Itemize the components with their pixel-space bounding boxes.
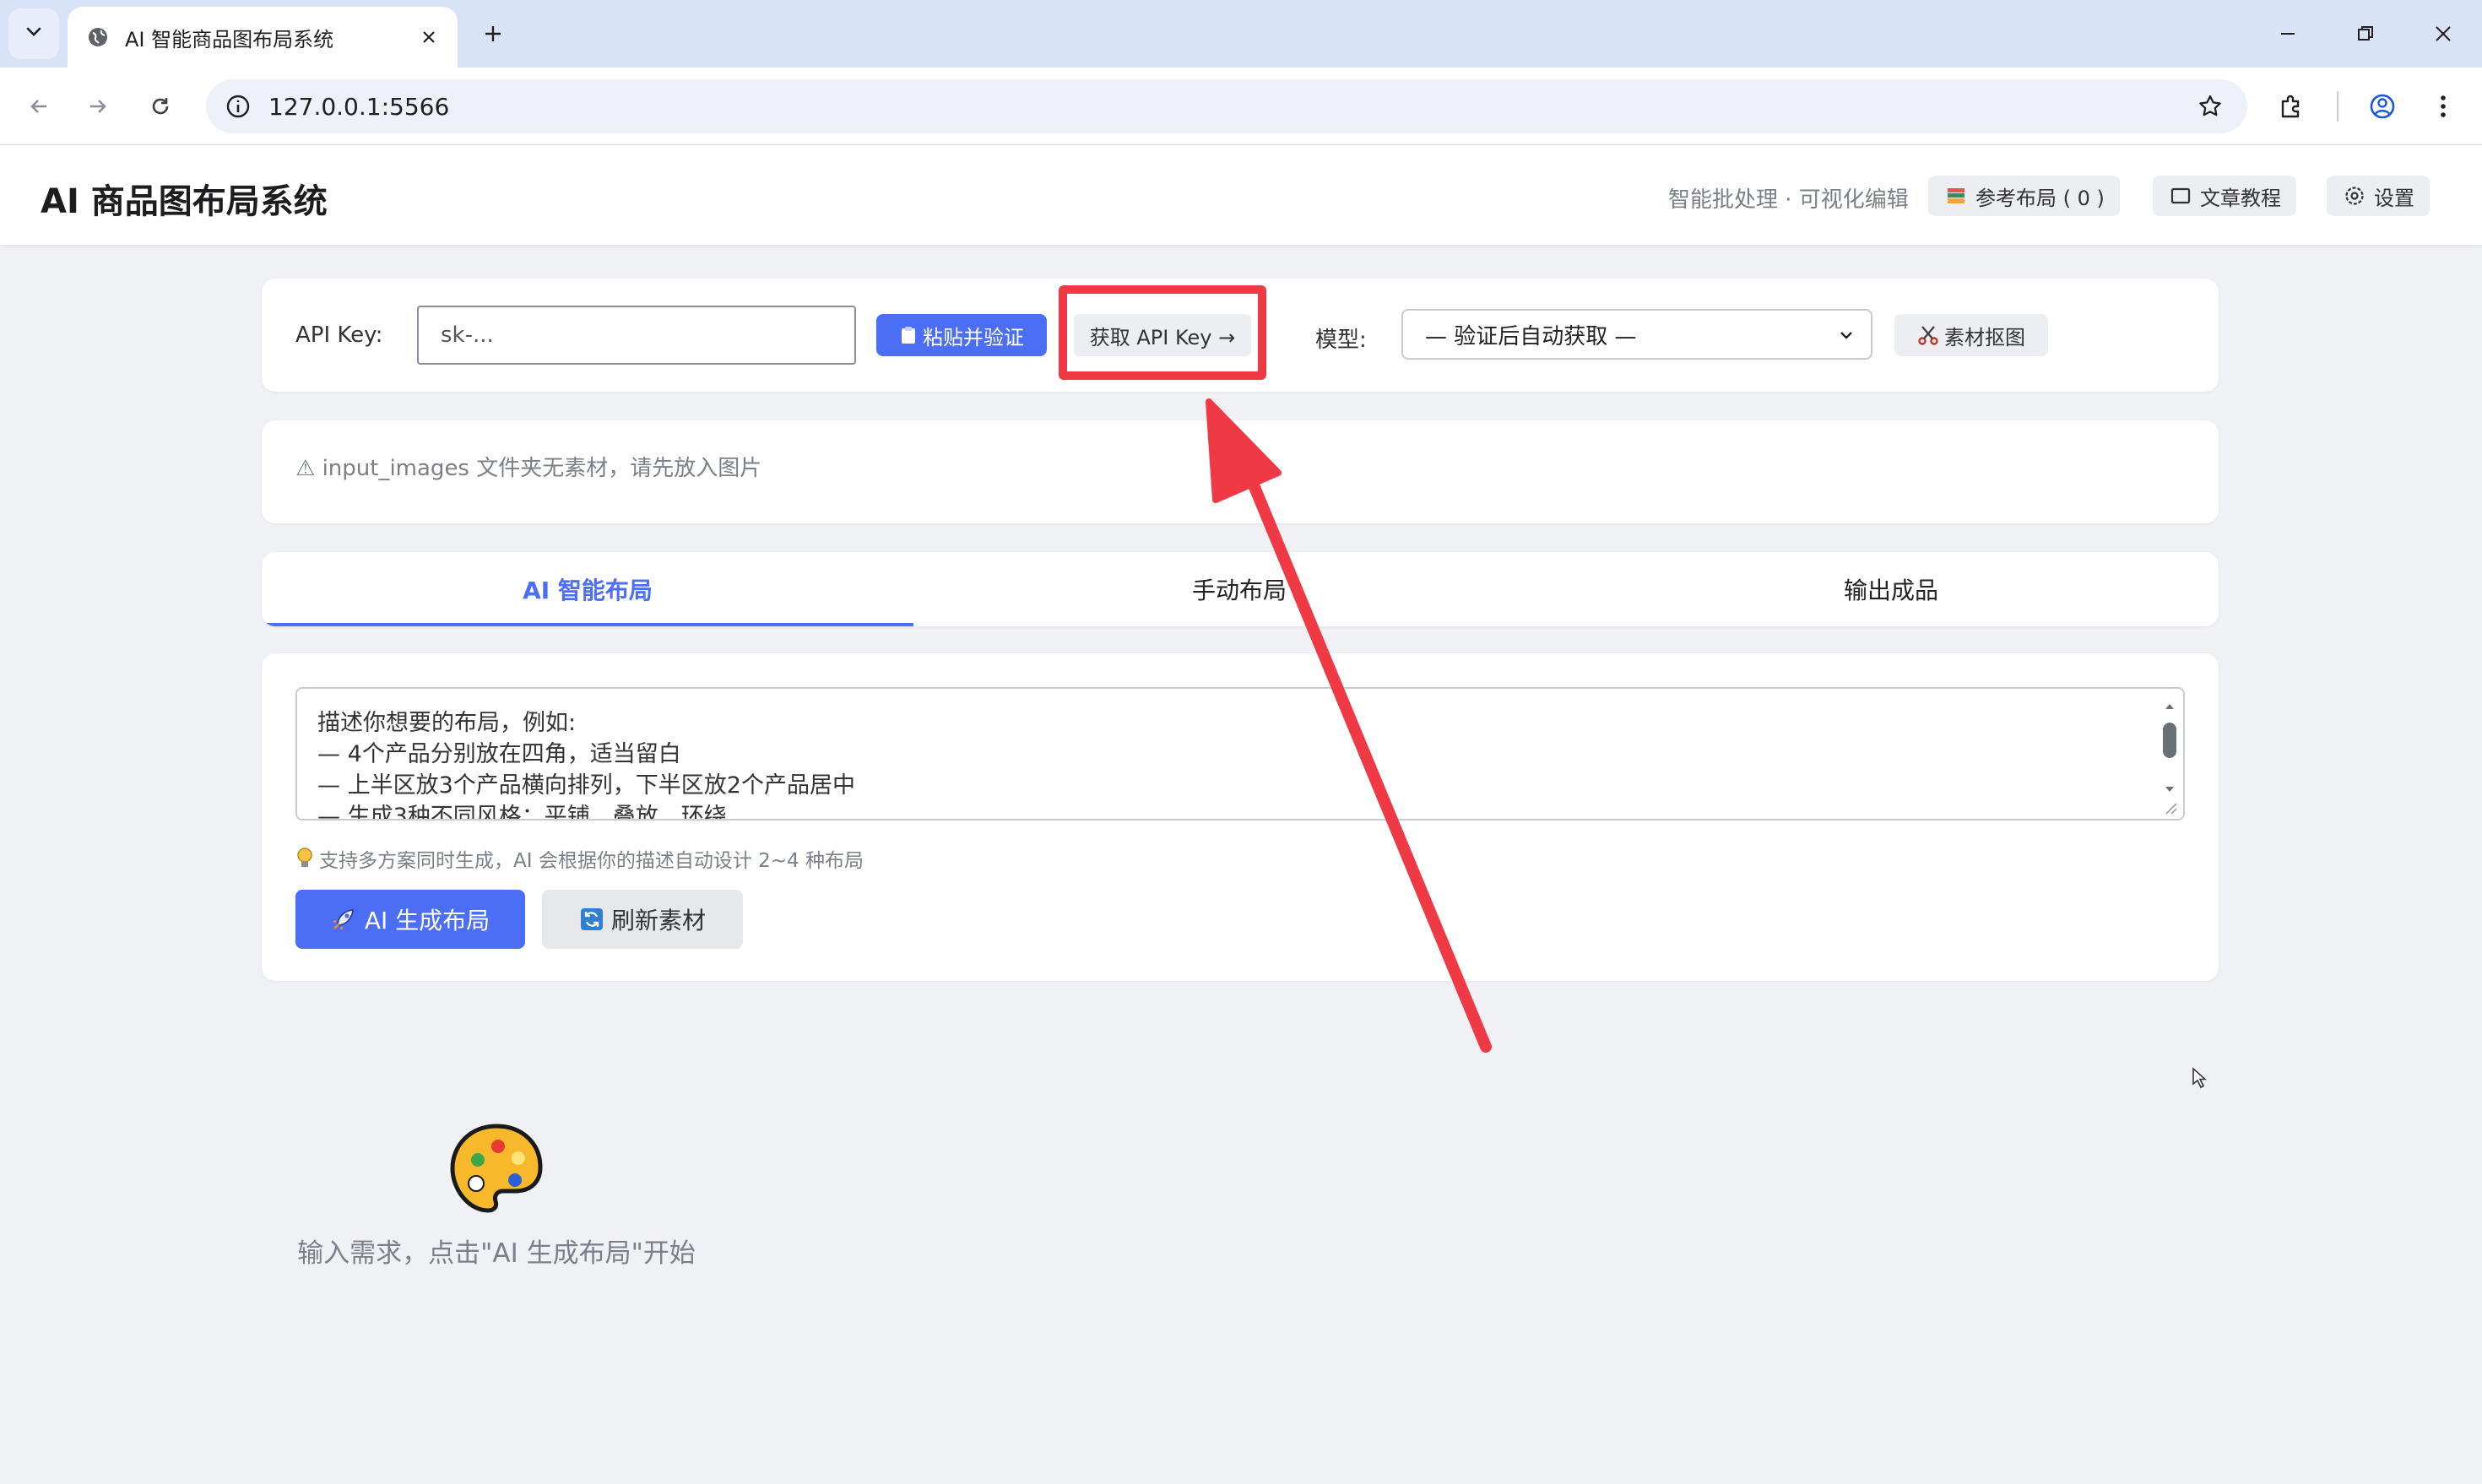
tab-output[interactable]: 输出成品 xyxy=(1565,552,2217,626)
reference-layout-label: 参考布局 ( 0 ) xyxy=(1975,186,2105,210)
settings-label: 设置 xyxy=(2374,186,2414,210)
api-key-input[interactable] xyxy=(417,306,856,365)
model-selected-value: — 验证后自动获取 — xyxy=(1425,323,1637,349)
site-info-icon[interactable] xyxy=(213,79,263,133)
tip-line: 支持多方案同时生成，AI 会根据你的描述自动设计 2~4 种布局 xyxy=(295,844,864,873)
refresh-assets-label: 刷新素材 xyxy=(610,907,706,934)
extensions-icon[interactable] xyxy=(2271,86,2311,127)
chevron-down-icon xyxy=(24,22,44,46)
clipboard-icon xyxy=(899,325,918,345)
tab-ai-layout[interactable]: AI 智能布局 xyxy=(262,552,913,626)
url-text[interactable]: 127.0.0.1:5566 xyxy=(268,93,449,121)
cutout-button[interactable]: 素材抠图 xyxy=(1894,314,2048,356)
prompt-line: — 生成3种不同风格：平铺、叠放、环绕 xyxy=(317,804,727,821)
empty-folder-warning: ⚠ input_images 文件夹无素材，请先放入图片 xyxy=(295,456,762,481)
minimize-button[interactable] xyxy=(2261,14,2315,54)
model-select[interactable]: — 验证后自动获取 — xyxy=(1401,309,1872,360)
tutorial-button[interactable]: 文章教程 xyxy=(2153,176,2296,216)
tab-manual-layout[interactable]: 手动布局 xyxy=(913,552,1565,626)
book-icon xyxy=(2168,183,2193,209)
globe-icon xyxy=(83,22,113,52)
empty-state-text: 输入需求，点击"AI 生成布局"开始 xyxy=(297,1238,696,1269)
settings-button[interactable]: 设置 xyxy=(2327,176,2430,216)
rocket-icon xyxy=(331,907,356,932)
browser-toolbar: 127.0.0.1:5566 xyxy=(0,68,2482,145)
profile-icon[interactable] xyxy=(2362,86,2403,127)
layout-prompt-textarea[interactable]: 描述你想要的布局，例如: — 4个产品分别放在四角，适当留白 — 上半区放3个产… xyxy=(295,687,2185,821)
ai-generate-button[interactable]: AI 生成布局 xyxy=(295,890,525,949)
toolbar-divider xyxy=(2337,91,2338,122)
prompt-placeholder: 描述你想要的布局，例如: — 4个产品分别放在四角，适当留白 — 上半区放3个产… xyxy=(317,707,855,821)
lightbulb-icon xyxy=(295,847,314,870)
gear-icon xyxy=(2342,183,2367,209)
ai-layout-panel: 描述你想要的布局，例如: — 4个产品分别放在四角，适当留白 — 上半区放3个产… xyxy=(262,653,2219,981)
tab-output-label: 输出成品 xyxy=(1843,577,1938,604)
tab-title: AI 智能商品图布局系统 xyxy=(125,27,334,51)
mouse-cursor-icon xyxy=(2192,1067,2208,1092)
cutout-label: 素材抠图 xyxy=(1944,325,2025,349)
reference-layout-button[interactable]: 参考布局 ( 0 ) xyxy=(1928,176,2120,216)
new-tab-button[interactable] xyxy=(476,17,510,51)
window-close-button[interactable] xyxy=(2416,14,2470,54)
restore-button[interactable] xyxy=(2338,14,2393,54)
app-header: AI 商品图布局系统 智能批处理 · 可视化编辑 参考布局 ( 0 ) 文章教程… xyxy=(0,145,2482,245)
chevron-down-icon xyxy=(1834,322,1859,348)
active-tab-indicator xyxy=(262,623,913,626)
reload-button[interactable] xyxy=(140,86,181,127)
tab-ai-layout-label: AI 智能布局 xyxy=(523,577,653,604)
textarea-scrollbar[interactable] xyxy=(2160,694,2180,817)
books-icon xyxy=(1943,183,1969,209)
notice-card: ⚠ input_images 文件夹无素材，请先放入图片 xyxy=(262,420,2219,523)
page-title: AI 商品图布局系统 xyxy=(41,182,328,221)
header-subtitle: 智能批处理 · 可视化编辑 xyxy=(1668,187,1909,213)
browser-tab-active[interactable]: AI 智能商品图布局系统 xyxy=(68,7,458,68)
close-icon[interactable] xyxy=(415,24,442,51)
paste-verify-button[interactable]: 粘贴并验证 xyxy=(876,314,1047,356)
empty-state: 输入需求，点击"AI 生成布局"开始 xyxy=(294,1121,699,1271)
mode-tabs: AI 智能布局 手动布局 输出成品 xyxy=(262,552,2219,626)
tip-text: 支持多方案同时生成，AI 会根据你的描述自动设计 2~4 种布局 xyxy=(319,850,864,872)
prompt-line: — 4个产品分别放在四角，适当留白 xyxy=(317,741,681,767)
address-bar[interactable]: 127.0.0.1:5566 xyxy=(206,79,2247,133)
tab-manual-layout-label: 手动布局 xyxy=(1191,577,1287,604)
annotation-highlight-box xyxy=(1059,285,1266,380)
bookmark-star-icon[interactable] xyxy=(2195,91,2225,122)
api-key-label: API Key: xyxy=(295,322,383,348)
browser-tab-bar: AI 智能商品图布局系统 xyxy=(0,0,2482,68)
refresh-assets-button[interactable]: 刷新素材 xyxy=(542,890,743,949)
palette-icon xyxy=(447,1121,545,1219)
ai-generate-label: AI 生成布局 xyxy=(364,907,490,934)
browser-menu-icon[interactable] xyxy=(2423,86,2463,127)
prompt-line: — 上半区放3个产品横向排列，下半区放2个产品居中 xyxy=(317,772,855,799)
scrollbar-thumb[interactable] xyxy=(2163,723,2176,758)
tutorial-label: 文章教程 xyxy=(2200,186,2281,210)
paste-verify-label: 粘贴并验证 xyxy=(923,325,1024,349)
prompt-line: 描述你想要的布局，例如: xyxy=(317,710,577,736)
scissors-icon xyxy=(1917,324,1939,346)
refresh-icon xyxy=(579,907,604,932)
tab-search-button[interactable] xyxy=(8,8,59,59)
forward-button[interactable] xyxy=(78,86,118,127)
back-button[interactable] xyxy=(19,86,59,127)
model-label: 模型: xyxy=(1315,328,1367,353)
